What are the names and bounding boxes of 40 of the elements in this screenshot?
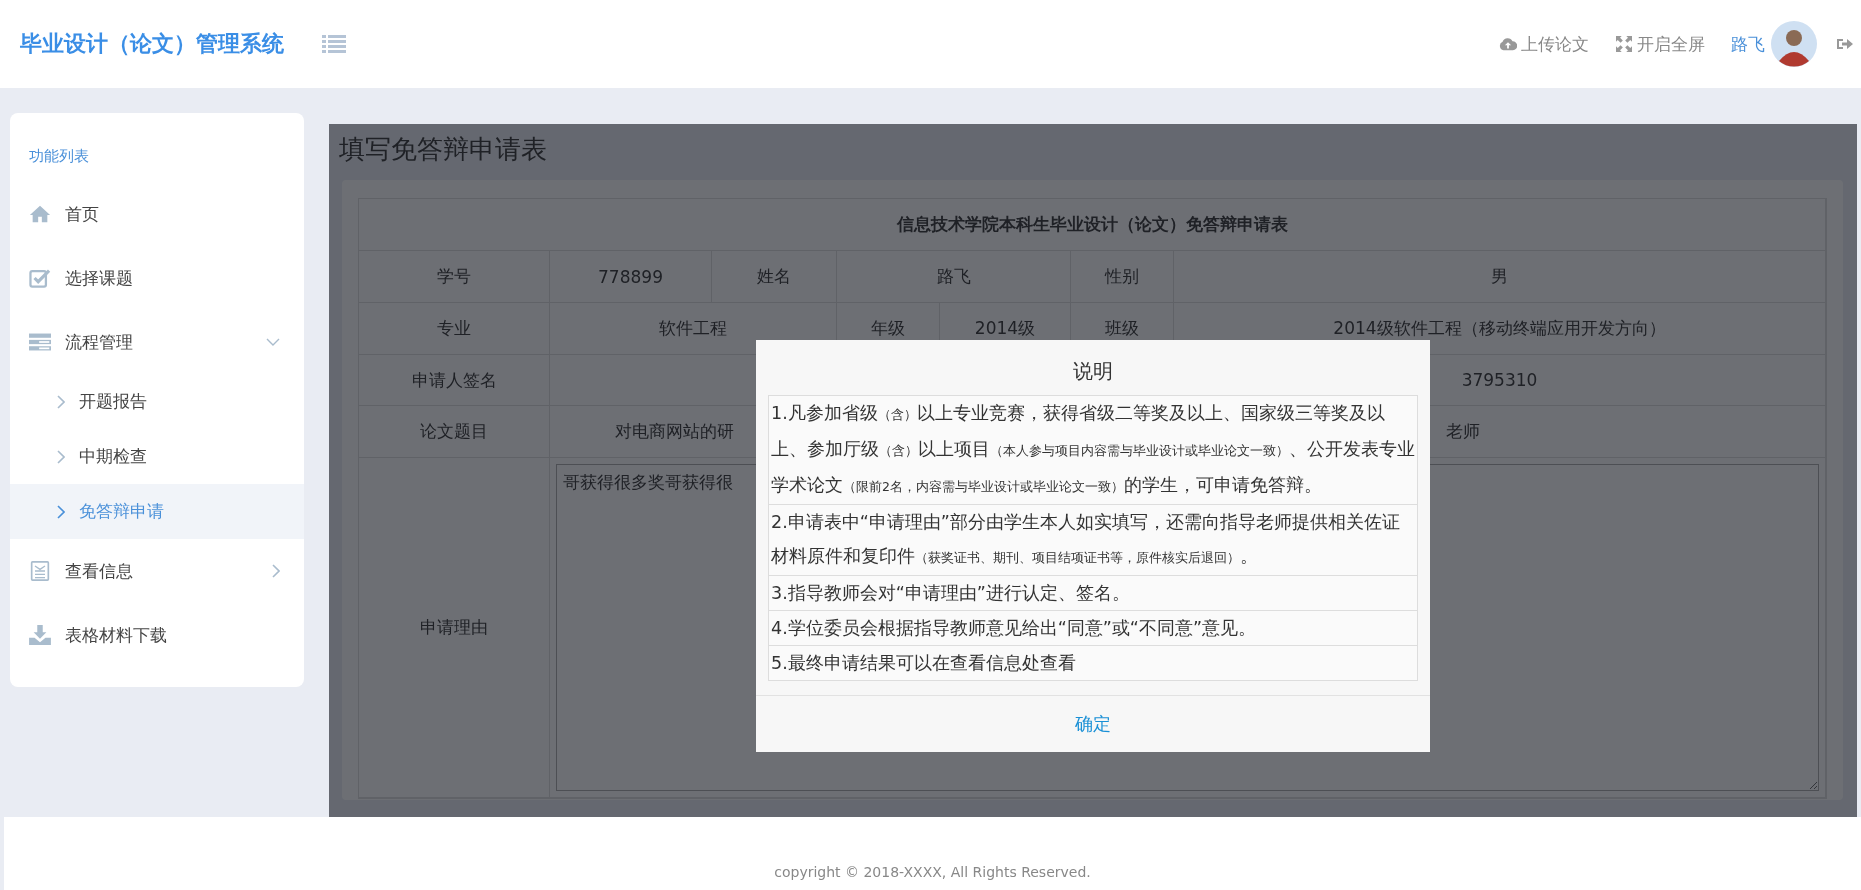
table-cell: 路飞 <box>837 251 1071 303</box>
page-title: 填写免答辩申请表 <box>338 133 548 166</box>
chevron-right-icon <box>57 394 65 409</box>
sidebar-item[interactable]: 查看信息 <box>10 539 304 603</box>
menu-icon[interactable] <box>322 35 346 53</box>
sidebar-subitem[interactable]: 开题报告 <box>10 374 304 429</box>
checkbox-icon <box>29 268 51 288</box>
sidebar-subitem[interactable]: 中期检查 <box>10 429 304 484</box>
avatar[interactable] <box>1771 21 1817 67</box>
chevron-right-icon <box>57 449 65 464</box>
sidebar-heading: 功能列表 <box>28 147 90 166</box>
upload-button[interactable]: 上传论文 <box>1499 32 1589 56</box>
chevron-right-icon <box>57 504 65 519</box>
table-cell: 男 <box>1174 251 1826 303</box>
table-cell: 申请理由 <box>359 458 550 798</box>
table-cell: 申请人签名 <box>359 355 550 406</box>
form-title: 信息技术学院本科生毕业设计（论文）免答辩申请表 <box>359 199 1826 251</box>
fullscreen-button[interactable]: 开启全屏 <box>1615 32 1705 56</box>
logout-icon[interactable] <box>1837 37 1853 51</box>
table-cell: 性别 <box>1071 251 1174 303</box>
table-cell: 778899 <box>550 251 712 303</box>
copyright-text: copyright © 2018-XXXX, All Rights Reserved. <box>774 864 1091 880</box>
table-cell: 姓名 <box>712 251 837 303</box>
table-cell: 专业 <box>359 303 550 355</box>
dialog-title: 说明 <box>1072 358 1114 385</box>
chevron-right-icon <box>272 564 280 578</box>
download-icon <box>29 625 51 645</box>
sidebar-item[interactable]: 流程管理 <box>10 310 304 374</box>
server-icon <box>29 332 51 352</box>
app-title: 毕业设计（论文）管理系统 <box>20 30 284 58</box>
chevron-down-icon <box>266 338 280 346</box>
table-cell: 学号 <box>359 251 550 303</box>
expand-icon <box>1615 36 1633 52</box>
cloud-upload-icon <box>1499 36 1517 52</box>
table-cell: 论文题目 <box>359 406 550 458</box>
sidebar-item[interactable]: 首页 <box>10 182 304 246</box>
home-icon <box>29 204 51 224</box>
list-icon <box>29 561 51 581</box>
sidebar-item[interactable]: 表格材料下载 <box>10 603 304 667</box>
sidebar-item[interactable]: 选择课题 <box>10 246 304 310</box>
